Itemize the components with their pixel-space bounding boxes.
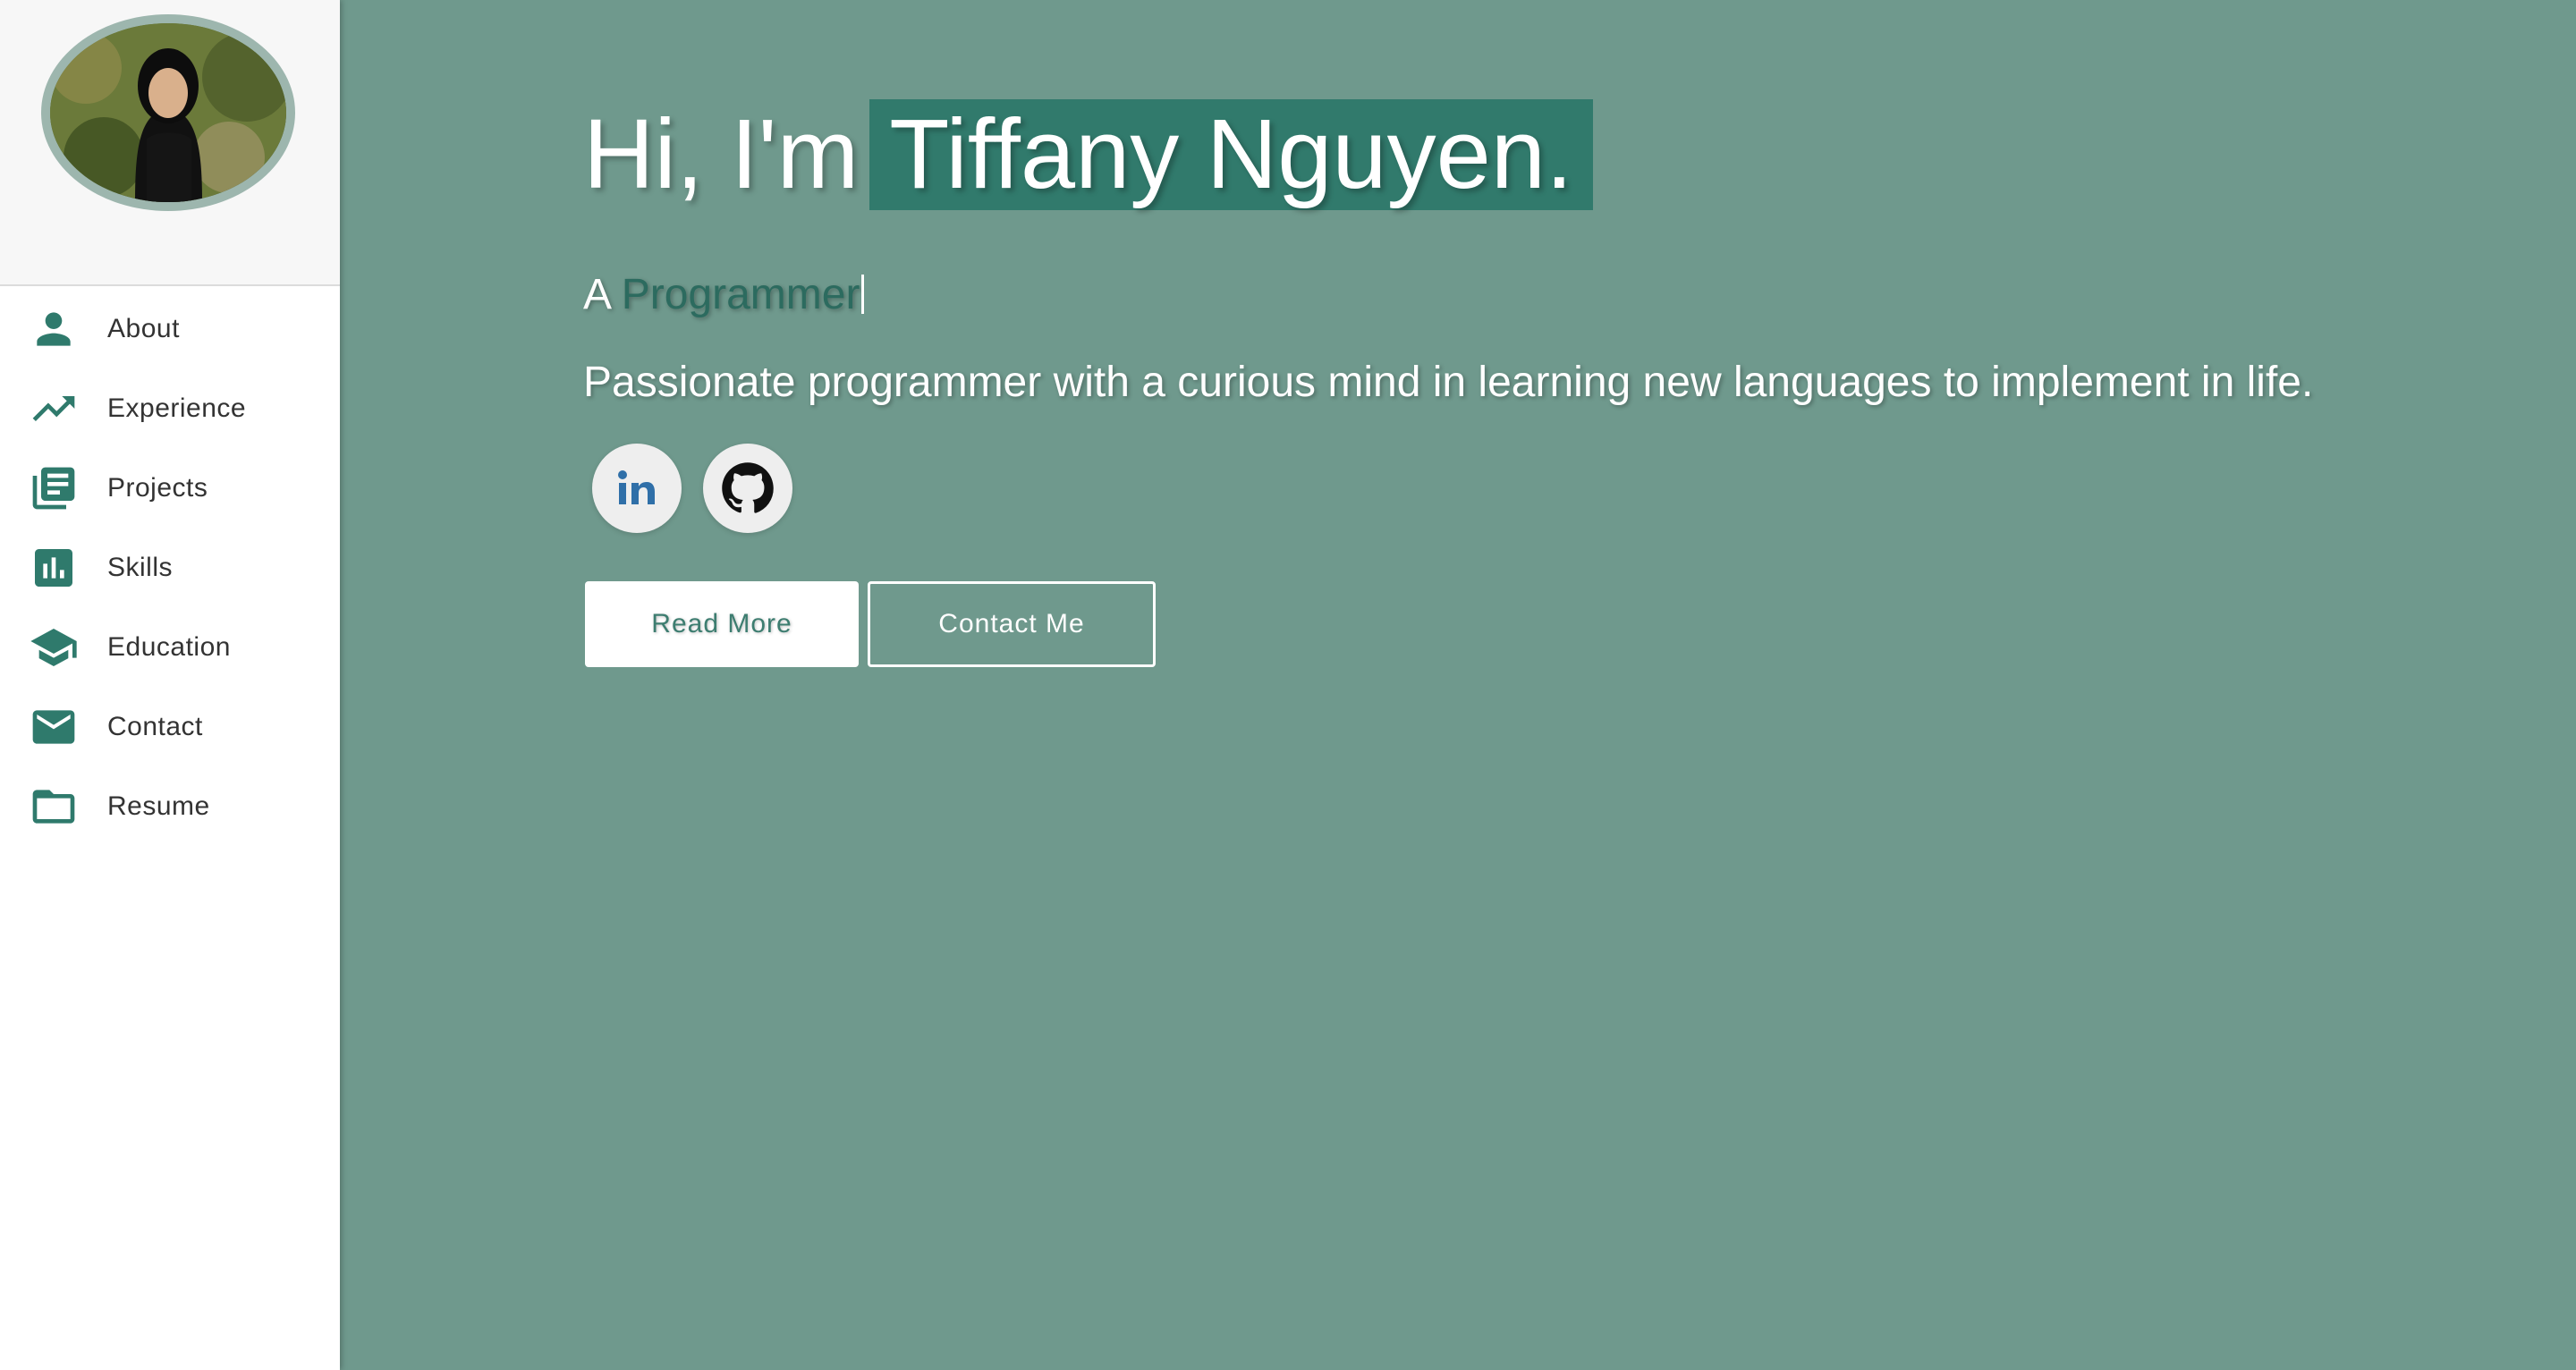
profile-area bbox=[0, 0, 340, 286]
mail-icon bbox=[29, 702, 79, 752]
linkedin-icon bbox=[610, 461, 664, 515]
sidebar-item-label: Projects bbox=[107, 473, 208, 503]
library-books-icon bbox=[29, 463, 79, 513]
sidebar-item-label: Skills bbox=[107, 553, 174, 582]
sidebar-item-label: Contact bbox=[107, 712, 203, 741]
sidebar-item-experience[interactable]: Experience bbox=[0, 373, 340, 444]
sidebar-item-skills[interactable]: Skills bbox=[0, 532, 340, 604]
hero-description: Passionate programmer with a curious min… bbox=[583, 359, 2314, 406]
trending-up-icon bbox=[29, 384, 79, 434]
sidebar-item-education[interactable]: Education bbox=[0, 612, 340, 683]
contact-me-button[interactable]: Contact Me bbox=[868, 581, 1156, 667]
linkedin-link[interactable] bbox=[592, 444, 682, 533]
sidebar-item-label: Resume bbox=[107, 791, 210, 821]
hero-section: Hi, I'm Tiffany Nguyen. A Programmer Pass… bbox=[340, 0, 2576, 1370]
avatar-photo bbox=[50, 23, 286, 202]
hero-greeting: Hi, I'm bbox=[583, 99, 860, 209]
sidebar-item-label: About bbox=[107, 314, 180, 343]
bar-chart-icon bbox=[29, 543, 79, 593]
github-link[interactable] bbox=[703, 444, 792, 533]
sidebar-item-about[interactable]: About bbox=[0, 293, 340, 365]
subtitle-prefix: A bbox=[583, 271, 610, 318]
sidebar-item-label: Education bbox=[107, 632, 231, 662]
folder-icon bbox=[29, 782, 79, 832]
avatar[interactable] bbox=[41, 14, 295, 211]
sidebar: About Experience Projects Skills Educati… bbox=[0, 0, 340, 1370]
sidebar-item-projects[interactable]: Projects bbox=[0, 452, 340, 524]
hero-subtitle: A Programmer bbox=[583, 270, 865, 319]
read-more-button[interactable]: Read More bbox=[585, 581, 859, 667]
person-icon bbox=[29, 304, 79, 354]
sidebar-item-label: Experience bbox=[107, 393, 247, 423]
sidebar-item-contact[interactable]: Contact bbox=[0, 691, 340, 763]
github-icon bbox=[721, 461, 775, 515]
graduation-cap-icon bbox=[29, 622, 79, 672]
hero-name: Tiffany Nguyen. bbox=[869, 99, 1593, 210]
sidebar-item-resume[interactable]: Resume bbox=[0, 771, 340, 842]
hero-headline: Hi, I'm Tiffany Nguyen. bbox=[583, 97, 1593, 213]
typing-cursor bbox=[861, 275, 865, 314]
subtitle-role: Programmer bbox=[621, 271, 860, 318]
